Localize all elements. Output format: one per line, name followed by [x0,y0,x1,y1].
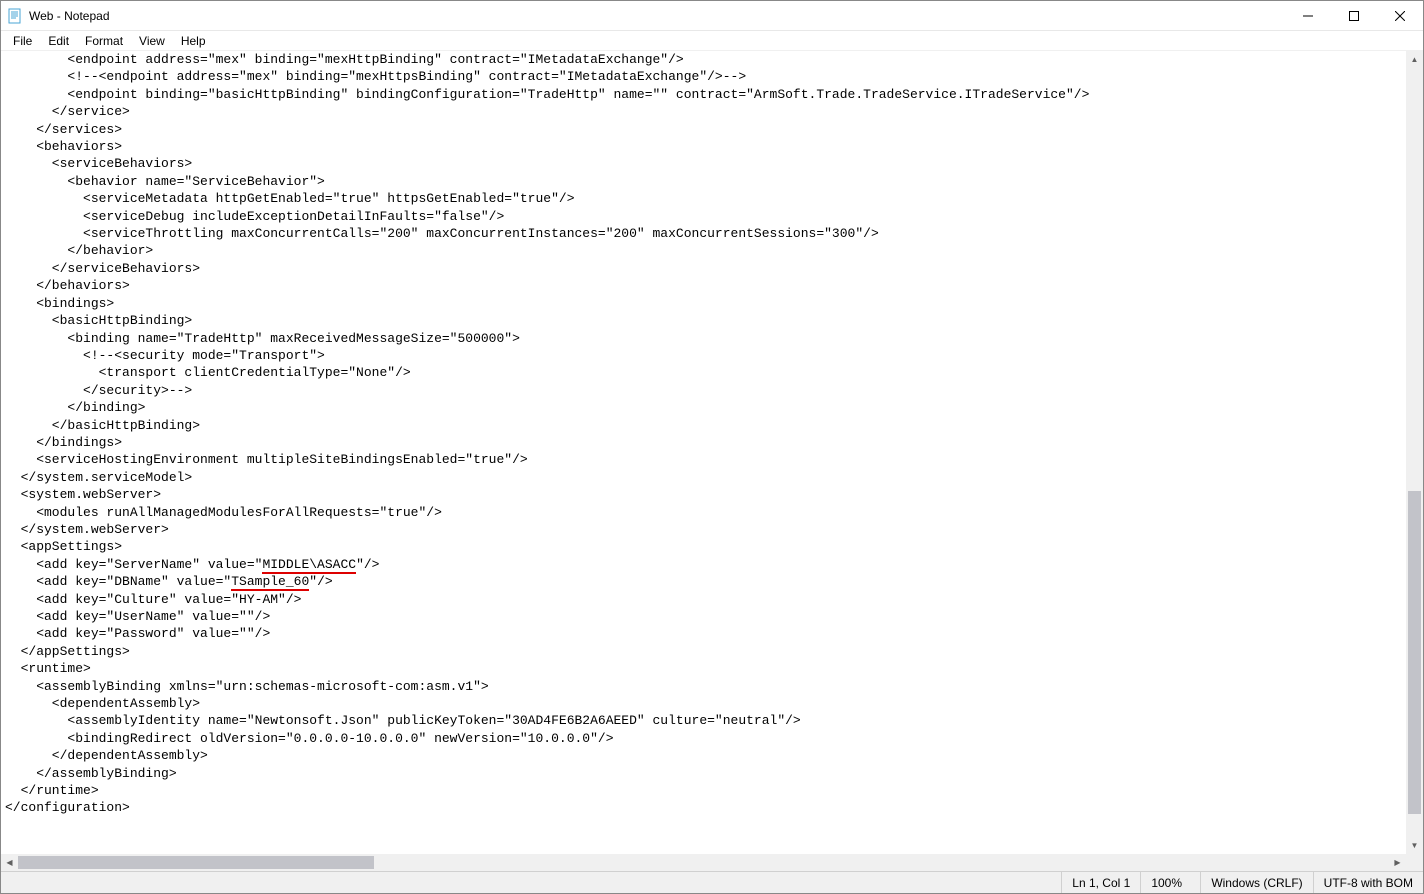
status-zoom: 100% [1140,872,1200,893]
vertical-scroll-thumb[interactable] [1408,491,1421,814]
window-title: Web - Notepad [29,9,110,23]
editor-area: <endpoint address="mex" binding="mexHttp… [1,51,1423,871]
notepad-icon [7,8,23,24]
scroll-corner [1406,854,1423,871]
menu-file[interactable]: File [5,32,40,50]
vertical-scrollbar[interactable]: ▲ ▼ [1406,51,1423,854]
close-button[interactable] [1377,1,1423,30]
scroll-right-arrow-icon[interactable]: ▶ [1389,854,1406,871]
scroll-up-arrow-icon[interactable]: ▲ [1406,51,1423,68]
status-position: Ln 1, Col 1 [1061,872,1140,893]
menu-help[interactable]: Help [173,32,214,50]
status-encoding: UTF-8 with BOM [1313,872,1423,893]
minimize-button[interactable] [1285,1,1331,30]
menu-view[interactable]: View [131,32,173,50]
text-editor[interactable]: <endpoint address="mex" binding="mexHttp… [1,51,1406,854]
menu-format[interactable]: Format [77,32,131,50]
maximize-button[interactable] [1331,1,1377,30]
horizontal-scroll-track[interactable] [18,854,1389,871]
window-controls [1285,1,1423,30]
titlebar: Web - Notepad [1,1,1423,31]
status-lineending: Windows (CRLF) [1200,872,1312,893]
scroll-left-arrow-icon[interactable]: ◀ [1,854,18,871]
vertical-scroll-track[interactable] [1406,68,1423,837]
statusbar: Ln 1, Col 1 100% Windows (CRLF) UTF-8 wi… [1,871,1423,893]
menubar: File Edit Format View Help [1,31,1423,51]
horizontal-scroll-thumb[interactable] [18,856,374,869]
scroll-down-arrow-icon[interactable]: ▼ [1406,837,1423,854]
menu-edit[interactable]: Edit [40,32,77,50]
horizontal-scrollbar[interactable]: ◀ ▶ [1,854,1406,871]
